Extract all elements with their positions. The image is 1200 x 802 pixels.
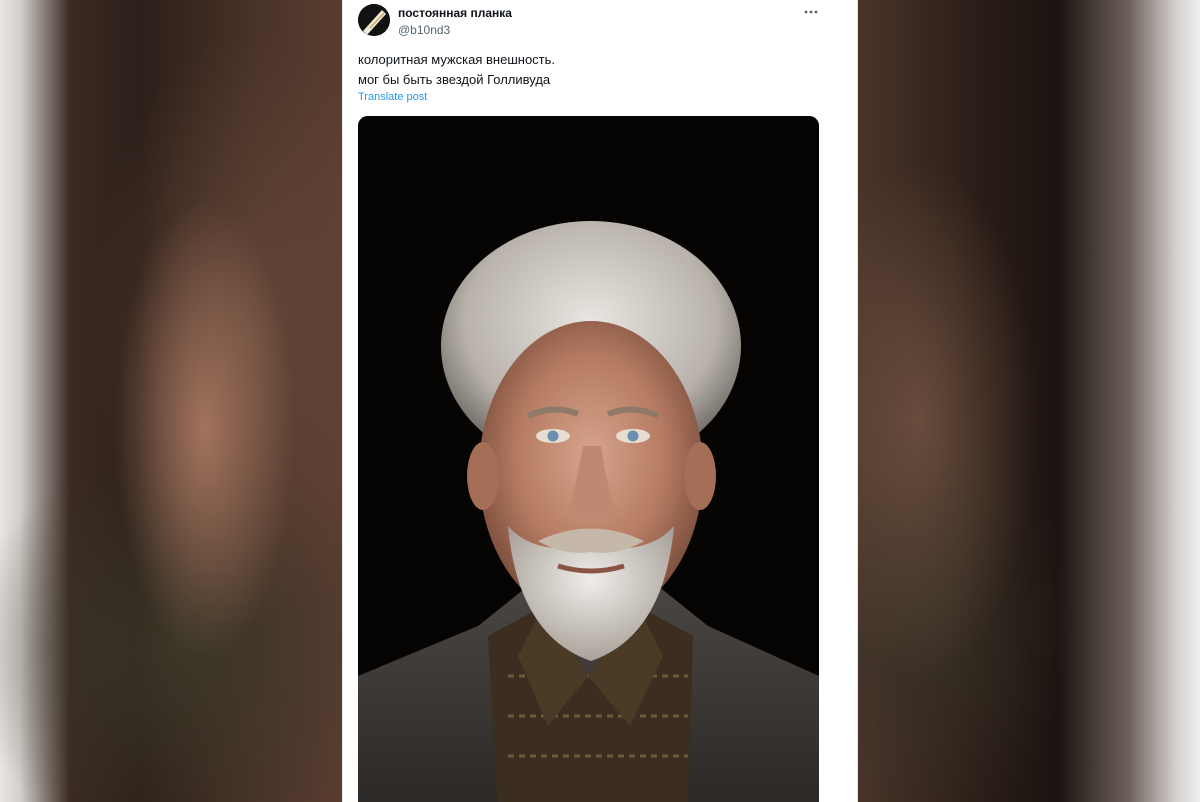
- post-text-line: мог бы быть звездой Голливуда: [358, 72, 551, 87]
- blurred-background-right: [858, 0, 1200, 802]
- avatar-icon: [358, 4, 390, 36]
- post-image[interactable]: [358, 116, 819, 802]
- post-text: колоритная мужская внешность. мог бы быт…: [358, 50, 838, 90]
- translate-post-link[interactable]: Translate post: [358, 91, 427, 103]
- portrait-photo: [358, 116, 819, 802]
- more-options-icon[interactable]: [803, 4, 819, 20]
- author-display-name[interactable]: постоянная планка: [398, 6, 512, 20]
- author-handle[interactable]: @b10nd3: [398, 23, 450, 37]
- avatar[interactable]: [358, 4, 390, 36]
- post-text-line: колоритная мужская внешность.: [358, 52, 556, 67]
- post-card: постоянная планка @b10nd3 колоритная муж…: [342, 0, 858, 802]
- blurred-background-left: [0, 0, 342, 802]
